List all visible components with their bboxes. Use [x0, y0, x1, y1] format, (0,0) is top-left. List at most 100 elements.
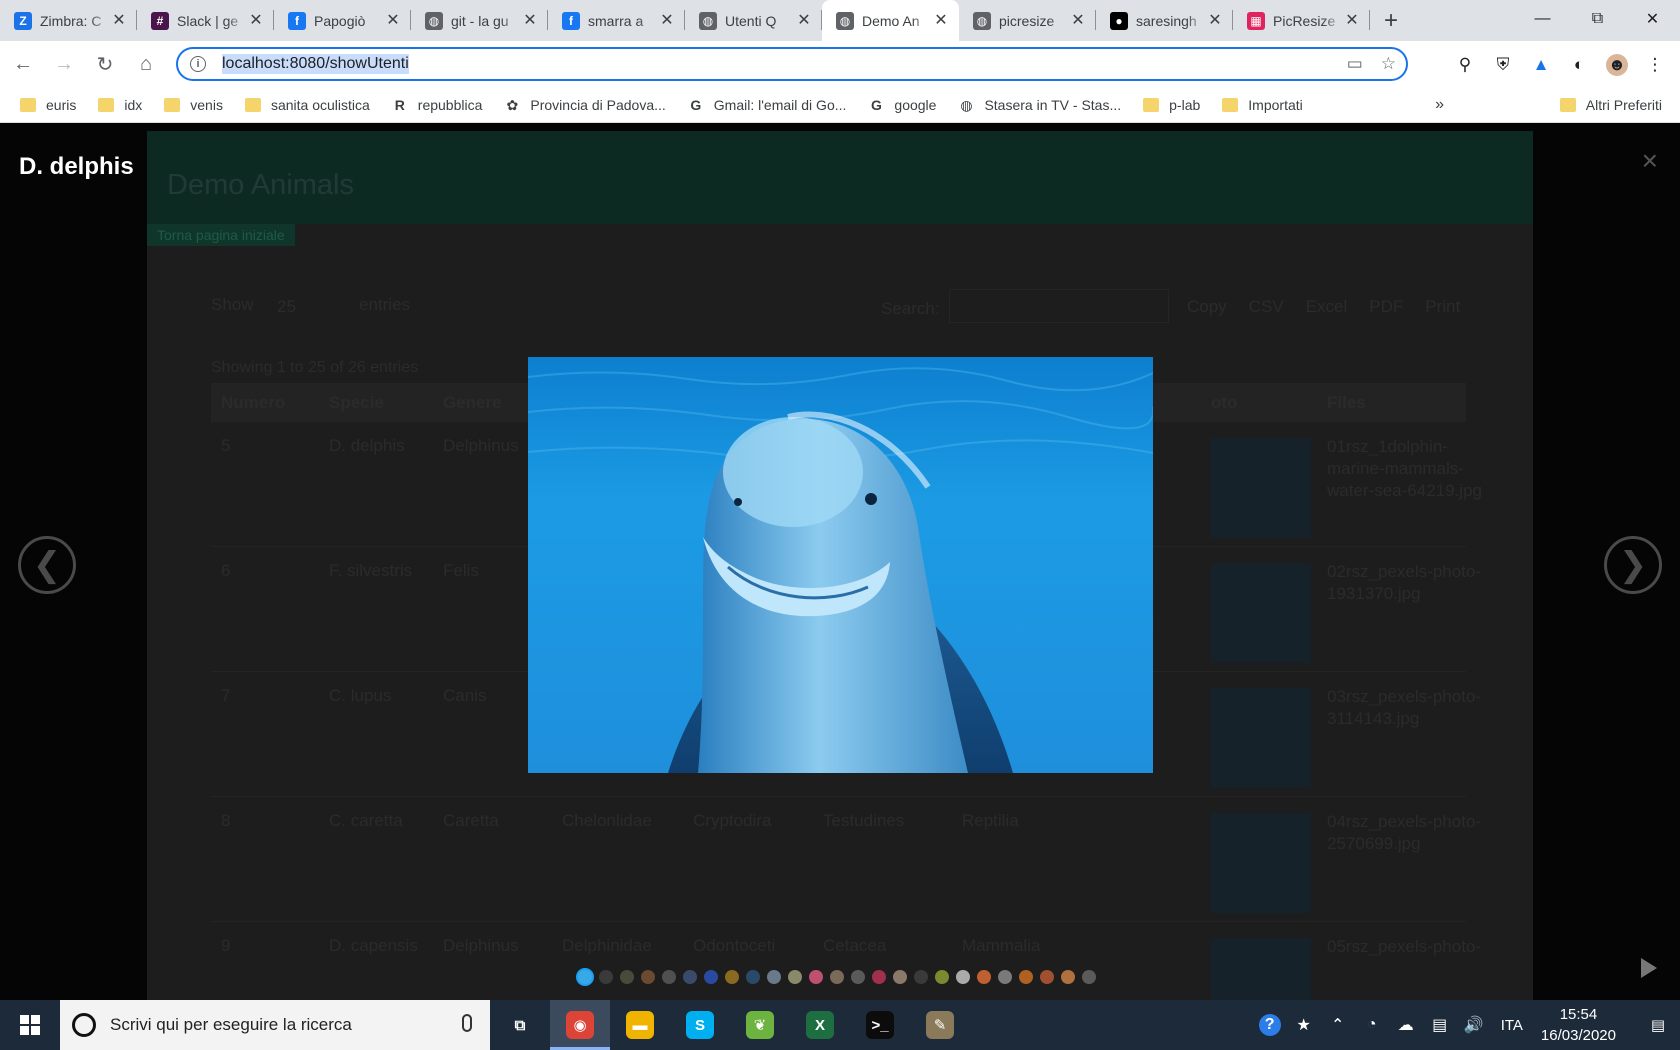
column-header-numero[interactable]: Numero	[221, 393, 285, 413]
lightbox-prev-button[interactable]: ❮	[18, 536, 76, 594]
lightbox-thumbnail[interactable]	[578, 970, 592, 984]
browser-tab[interactable]: ◍ picresize ✕	[959, 0, 1096, 41]
taskbar-app[interactable]: S	[670, 1000, 730, 1050]
cell-file[interactable]: 05rsz_pexels-photo-	[1327, 936, 1492, 958]
table-row[interactable]: 8 C. caretta Caretta Chelonlidae Cryptodira T…	[211, 796, 1481, 930]
bookmark-item[interactable]: sanita oculistica	[244, 97, 370, 113]
shield-extension-icon[interactable]: ⛨	[1492, 54, 1514, 76]
close-tab-icon[interactable]: ✕	[248, 12, 264, 29]
close-tab-icon[interactable]: ✕	[933, 12, 949, 29]
bookmark-item[interactable]: euris	[20, 97, 76, 113]
browser-tab[interactable]: Z Zimbra: C ✕	[0, 0, 137, 41]
lightbox-thumbnail[interactable]	[830, 970, 844, 984]
close-tab-icon[interactable]: ✕	[522, 12, 538, 29]
bookmark-item[interactable]: ✿ Provincia di Padova...	[504, 97, 666, 114]
forward-button[interactable]: →	[46, 47, 82, 83]
taskbar-app[interactable]: ❦	[730, 1000, 790, 1050]
lightbox-thumbnail[interactable]	[620, 970, 634, 984]
lightbox-thumbnail[interactable]	[809, 970, 823, 984]
bookmark-star-icon[interactable]: ☆	[1381, 54, 1396, 74]
lightbox-thumbnail[interactable]	[704, 970, 718, 984]
volume-icon[interactable]: 🔊	[1463, 1014, 1485, 1036]
column-header-specie[interactable]: Specie	[329, 393, 384, 413]
browser-tab[interactable]: # Slack | ge ✕	[137, 0, 274, 41]
export-button[interactable]: Excel	[1306, 297, 1348, 317]
taskbar-app[interactable]: X	[790, 1000, 850, 1050]
circle-extension-icon[interactable]: ◐	[1568, 54, 1590, 76]
reload-button[interactable]: ↻	[87, 47, 123, 83]
column-header-genere[interactable]: Genere	[443, 393, 502, 413]
page-length-select[interactable]: 25	[263, 291, 343, 323]
lightbox-thumbnail[interactable]	[788, 970, 802, 984]
lightbox-thumbnail[interactable]	[872, 970, 886, 984]
close-tab-icon[interactable]: ✕	[1344, 12, 1360, 29]
lightbox-thumbnail[interactable]	[599, 970, 613, 984]
lightbox-thumbnail[interactable]	[683, 970, 697, 984]
close-tab-icon[interactable]: ✕	[1070, 12, 1086, 29]
lightbox-thumbnail[interactable]	[1040, 970, 1054, 984]
close-tab-icon[interactable]: ✕	[385, 12, 401, 29]
lightbox-thumbnail[interactable]	[956, 970, 970, 984]
close-tab-icon[interactable]: ✕	[796, 12, 812, 29]
lightbox-close-button[interactable]: ×	[1642, 145, 1658, 177]
column-header-foto[interactable]: oto	[1211, 393, 1237, 413]
profile-avatar[interactable]: ☻	[1606, 54, 1628, 76]
bookmark-item[interactable]: G Gmail: l'email di Go...	[688, 97, 846, 113]
bookmark-item[interactable]: Rrepubblica	[392, 97, 483, 113]
bookmark-item[interactable]: venis	[164, 97, 223, 113]
network-icon[interactable]: ◔	[1361, 1014, 1383, 1036]
lightbox-thumbnail[interactable]	[662, 970, 676, 984]
url-text[interactable]: localhost:8080/showUtenti	[222, 54, 409, 74]
show-hidden-icons-chevron[interactable]: ⌃	[1327, 1014, 1349, 1036]
lightbox-thumbnail[interactable]	[746, 970, 760, 984]
bookmarks-overflow-button[interactable]: »	[1435, 96, 1444, 114]
search-input[interactable]	[949, 289, 1169, 323]
address-bar[interactable]: i localhost:8080/showUtenti ▭ ☆	[176, 47, 1408, 81]
taskbar-app[interactable]: >_	[850, 1000, 910, 1050]
export-button[interactable]: Print	[1425, 297, 1460, 317]
slideshow-play-button[interactable]	[1641, 958, 1657, 978]
bookmark-item[interactable]: p-lab	[1143, 97, 1200, 113]
bookmark-item[interactable]: idx	[98, 97, 142, 113]
lightbox-thumbnail[interactable]	[641, 970, 655, 984]
close-tab-icon[interactable]: ✕	[111, 12, 127, 29]
browser-tab[interactable]: ◍ git - la gu ✕	[411, 0, 548, 41]
export-button[interactable]: CSV	[1249, 297, 1284, 317]
taskbar-app[interactable]: ▬	[610, 1000, 670, 1050]
browser-tab[interactable]: ▦ PicResize ✕	[1233, 0, 1370, 41]
search-extension-icon[interactable]: ⚲	[1454, 54, 1476, 76]
cell-file[interactable]: 03rsz_pexels-photo-3114143.jpg	[1327, 686, 1492, 730]
browser-tab[interactable]: ● saresingh ✕	[1096, 0, 1233, 41]
close-tab-icon[interactable]: ✕	[1207, 12, 1223, 29]
row-photo-thumbnail[interactable]	[1211, 688, 1311, 788]
people-icon[interactable]: ★	[1293, 1014, 1315, 1036]
lightbox-thumbnail[interactable]	[767, 970, 781, 984]
column-header-files[interactable]: Files	[1327, 393, 1366, 413]
menu-icon[interactable]: ⋮	[1644, 54, 1666, 76]
cell-file[interactable]: 01rsz_1dolphin-marine-mammals-water-sea-…	[1327, 436, 1492, 502]
lightbox-thumbnail[interactable]	[914, 970, 928, 984]
bookmark-item[interactable]: Ggoogle	[868, 97, 937, 113]
table-row[interactable]: 9 D. capensis Delphinus Delphinidae Odontoce…	[211, 921, 1481, 1000]
export-button[interactable]: PDF	[1369, 297, 1403, 317]
browser-tab[interactable]: ◍ Utenti Q ✕	[685, 0, 822, 41]
lightbox-thumbnail[interactable]	[1061, 970, 1075, 984]
row-photo-thumbnail[interactable]	[1211, 938, 1311, 1000]
bookmark-item[interactable]: Importati	[1222, 97, 1303, 113]
other-bookmarks-folder[interactable]: Altri Preferiti	[1559, 97, 1662, 113]
export-button[interactable]: Copy	[1187, 297, 1227, 317]
lightbox-thumbnail[interactable]	[998, 970, 1012, 984]
close-window-button[interactable]: ✕	[1625, 0, 1680, 38]
cell-file[interactable]: 02rsz_pexels-photo-1931370.jpg	[1327, 561, 1492, 605]
lightbox-thumbnail[interactable]	[851, 970, 865, 984]
battery-icon[interactable]: ▤	[1429, 1014, 1451, 1036]
taskbar-app[interactable]: ⧉	[490, 1000, 550, 1050]
help-icon[interactable]: ?	[1258, 1014, 1281, 1036]
clock[interactable]: 15:54 16/03/2020	[1541, 1004, 1616, 1046]
lightbox-thumbnail[interactable]	[725, 970, 739, 984]
browser-tab[interactable]: f smarra a ✕	[548, 0, 685, 41]
site-info-icon[interactable]: i	[190, 56, 206, 72]
bookmark-item[interactable]: ◍ Stasera in TV - Stas...	[958, 97, 1121, 114]
start-button[interactable]	[0, 1000, 60, 1050]
onedrive-icon[interactable]: ☁	[1395, 1014, 1417, 1036]
